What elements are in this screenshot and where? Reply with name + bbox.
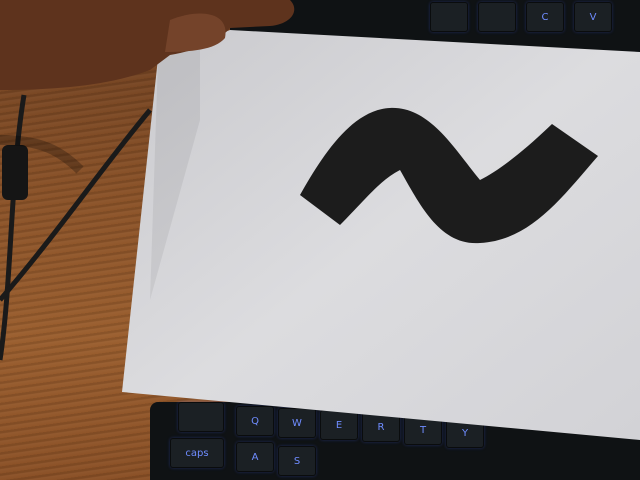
hand	[0, 0, 295, 90]
photo-scene: C V Q W E R T Y caps A S	[0, 0, 640, 480]
